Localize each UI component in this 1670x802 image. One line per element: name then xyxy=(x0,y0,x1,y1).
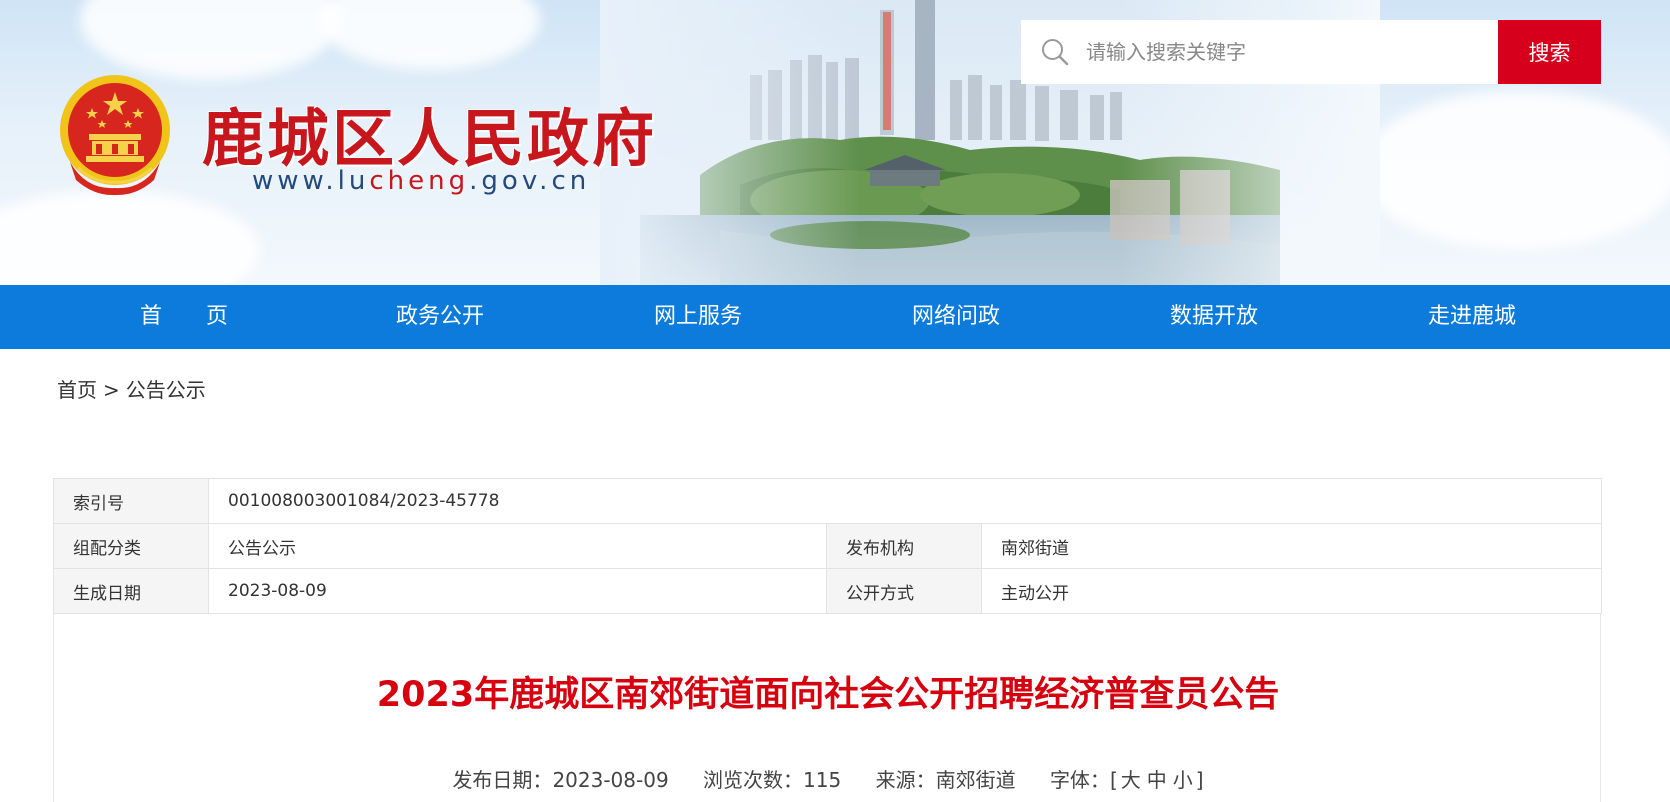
source: 来源：南郊街道 xyxy=(876,768,1016,792)
date-value: 2023-08-09 xyxy=(208,568,827,614)
method-label: 公开方式 xyxy=(826,568,982,614)
publish-date-value: 2023-08-09 xyxy=(552,768,669,792)
font-size-label: 字体： xyxy=(1049,768,1110,792)
bracket-open: [ xyxy=(1109,768,1118,792)
index-label: 索引号 xyxy=(53,478,209,524)
index-value: 001008003001084/2023-45778 xyxy=(208,478,1602,524)
search-button[interactable]: 搜索 xyxy=(1498,20,1601,84)
table-row: 组配分类 公告公示 发布机构 南郊街道 xyxy=(53,523,1602,569)
national-emblem-icon xyxy=(60,75,170,196)
category-label: 组配分类 xyxy=(53,523,209,569)
method-value: 主动公开 xyxy=(981,568,1602,614)
publisher-label: 发布机构 xyxy=(826,523,982,569)
publish-date: 发布日期：2023-08-09 xyxy=(452,768,668,792)
nav-item-online-services[interactable]: 网上服务 xyxy=(598,285,798,349)
cloud-decoration xyxy=(0,190,260,285)
breadcrumb-separator: > xyxy=(103,378,120,402)
cloud-decoration xyxy=(1360,90,1670,250)
bracket-close: ] xyxy=(1195,768,1204,792)
article-title: 2023年鹿城区南郊街道面向社会公开招聘经济普查员公告 xyxy=(376,675,1280,715)
publish-date-label: 发布日期： xyxy=(452,768,553,792)
font-size-medium-button[interactable]: 中 xyxy=(1147,768,1167,792)
site-url-highlight: cheng xyxy=(369,166,470,196)
main-nav: 首 页 政务公开 网上服务 网络问政 数据开放 走进鹿城 xyxy=(0,285,1670,349)
font-size-selector: 字体：[大中小] xyxy=(1050,768,1204,792)
search-input[interactable] xyxy=(1086,32,1486,72)
table-row: 生成日期 2023-08-09 公开方式 主动公开 xyxy=(53,568,1602,614)
nav-item-open-data[interactable]: 数据开放 xyxy=(1114,285,1314,349)
search-icon xyxy=(1042,39,1069,66)
source-label: 来源： xyxy=(875,768,936,792)
nav-item-about-lucheng[interactable]: 走进鹿城 xyxy=(1372,285,1572,349)
site-url: www.lucheng.gov.cn xyxy=(252,166,590,196)
table-row: 索引号 001008003001084/2023-45778 xyxy=(53,478,1602,524)
publisher-value: 南郊街道 xyxy=(981,523,1602,569)
breadcrumb: 首页 > 公告公示 xyxy=(57,374,206,403)
font-size-small-button[interactable]: 小 xyxy=(1173,768,1193,792)
site-url-prefix: www.lu xyxy=(252,166,370,196)
document-info-table: 索引号 001008003001084/2023-45778 组配分类 公告公示… xyxy=(53,478,1602,614)
site-title: 鹿城区人民政府 xyxy=(202,102,658,175)
category-value: 公告公示 xyxy=(208,523,827,569)
cloud-decoration xyxy=(320,0,540,70)
breadcrumb-current[interactable]: 公告公示 xyxy=(126,378,206,402)
date-label: 生成日期 xyxy=(53,568,209,614)
nav-item-government-affairs[interactable]: 政务公开 xyxy=(340,285,540,349)
site-url-suffix: .gov.cn xyxy=(469,166,591,196)
article: 2023年鹿城区南郊街道面向社会公开招聘经济普查员公告 发布日期：2023-08… xyxy=(53,614,1601,802)
font-size-large-button[interactable]: 大 xyxy=(1121,768,1141,792)
cloud-decoration xyxy=(80,0,340,80)
view-count-label: 浏览次数： xyxy=(703,768,804,792)
nav-item-online-inquiry[interactable]: 网络问政 xyxy=(856,285,1056,349)
search-box xyxy=(1021,20,1499,84)
view-count-value: 115 xyxy=(803,768,842,792)
breadcrumb-home[interactable]: 首页 xyxy=(57,378,97,402)
nav-item-home[interactable]: 首 页 xyxy=(84,285,284,349)
source-value: 南郊街道 xyxy=(935,768,1016,792)
view-count: 浏览次数：115 xyxy=(703,768,841,792)
article-meta: 发布日期：2023-08-09 浏览次数：115 来源：南郊街道 字体：[大中小… xyxy=(54,764,1602,793)
